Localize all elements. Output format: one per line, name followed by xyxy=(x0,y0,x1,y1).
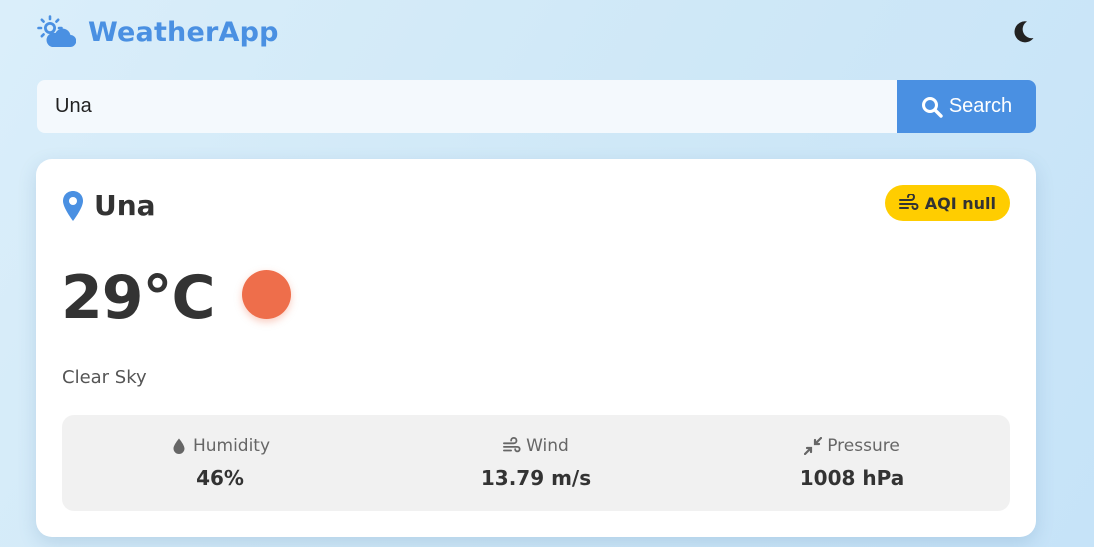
stat-pressure: Pressure 1008 hPa xyxy=(694,415,1010,511)
stat-value: 13.79 m/s xyxy=(480,466,592,490)
stat-wind: Wind 13.79 m/s xyxy=(378,415,694,511)
moon-icon[interactable] xyxy=(1010,19,1036,45)
app-title: WeatherApp xyxy=(88,16,279,48)
wind-icon xyxy=(898,194,919,210)
droplet-icon xyxy=(173,438,185,454)
search-input[interactable] xyxy=(37,80,897,133)
search-button[interactable]: Search xyxy=(897,80,1036,133)
aqi-label: AQI null xyxy=(924,193,996,213)
sun-cloud-icon xyxy=(37,15,76,48)
stat-humidity: Humidity 46% xyxy=(62,415,378,511)
stat-label: Pressure xyxy=(827,436,900,456)
map-pin-icon xyxy=(63,190,83,221)
compress-icon xyxy=(804,437,823,455)
weather-condition: Clear Sky xyxy=(62,367,147,388)
search-icon xyxy=(921,96,943,118)
search-button-label: Search xyxy=(948,95,1013,117)
city-heading: Una xyxy=(62,189,156,222)
stat-value: 46% xyxy=(196,466,244,490)
stat-label: Humidity xyxy=(192,436,271,456)
weather-stats: Humidity 46% Wind 13.79 m/s Pressure 100… xyxy=(62,415,1010,511)
search-bar: Search xyxy=(37,80,1036,133)
stat-value: 1008 hPa xyxy=(799,466,905,490)
app-header: WeatherApp xyxy=(36,12,1036,52)
wind-icon xyxy=(503,437,521,453)
sun-icon xyxy=(242,270,291,319)
weather-card: Una AQI null 29°C Clear Sky Humidity 46% xyxy=(36,159,1036,537)
stat-label: Wind xyxy=(526,436,569,456)
temperature: 29°C xyxy=(61,263,216,333)
city-name: Una xyxy=(94,189,156,222)
aqi-badge: AQI null xyxy=(884,185,1010,221)
brand: WeatherApp xyxy=(36,15,279,49)
